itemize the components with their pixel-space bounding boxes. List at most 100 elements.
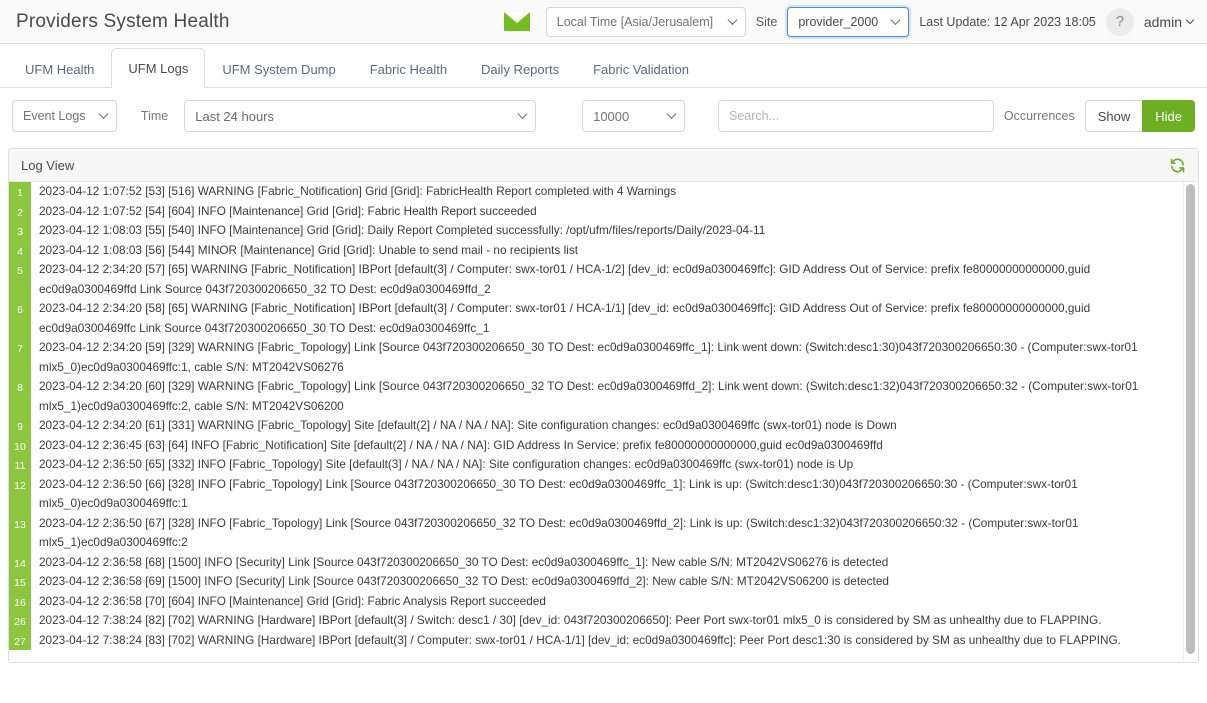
- log-entry-text: 2023-04-12 1:08:03 [55] [540] INFO [Main…: [31, 221, 1198, 241]
- log-entry-text: 2023-04-12 2:36:58 [70] [604] INFO [Main…: [31, 592, 1198, 612]
- log-line-number: 15: [9, 572, 31, 592]
- log-entry-text: 2023-04-12 2:34:20 [58] [65] WARNING [Fa…: [31, 299, 1198, 338]
- tab-ufm-system-dump[interactable]: UFM System Dump: [205, 51, 352, 88]
- log-entry-row[interactable]: 52023-04-12 2:34:20 [57] [65] WARNING [F…: [9, 260, 1198, 299]
- timezone-select[interactable]: Local Time [Asia/Jerusalem]: [546, 7, 746, 37]
- site-value: provider_2000: [798, 15, 878, 29]
- chevron-down-icon: [518, 109, 528, 119]
- log-line-number: 6: [9, 299, 31, 338]
- log-entry-row[interactable]: 112023-04-12 2:36:50 [65] [332] INFO [Fa…: [9, 455, 1198, 475]
- log-line-number: 1: [9, 182, 31, 202]
- log-entry-row[interactable]: 12023-04-12 1:07:52 [53] [516] WARNING […: [9, 182, 1198, 202]
- log-entry-row[interactable]: 22023-04-12 1:07:52 [54] [604] INFO [Mai…: [9, 202, 1198, 222]
- log-line-number: 3: [9, 221, 31, 241]
- log-entry-text: 2023-04-12 2:36:58 [69] [1500] INFO [Sec…: [31, 572, 1198, 592]
- log-entry-text: 2023-04-12 2:34:20 [57] [65] WARNING [Fa…: [31, 260, 1198, 299]
- refresh-icon[interactable]: [1169, 157, 1186, 174]
- top-header-bar: Providers System Health Local Time [Asia…: [0, 0, 1207, 44]
- site-select[interactable]: provider_2000: [787, 7, 909, 37]
- filter-toolbar: Event Logs Time Last 24 hours 10000 Occu…: [0, 88, 1207, 144]
- occurrences-label: Occurrences: [1004, 109, 1075, 123]
- log-line-number: 2: [9, 202, 31, 222]
- header-controls: Local Time [Asia/Jerusalem] Site provide…: [504, 7, 1193, 37]
- log-entry-row[interactable]: 142023-04-12 2:36:58 [68] [1500] INFO [S…: [9, 553, 1198, 573]
- tab-ufm-health[interactable]: UFM Health: [8, 51, 111, 88]
- log-entry-text: 2023-04-12 2:36:50 [67] [328] INFO [Fabr…: [31, 514, 1198, 553]
- mail-icon[interactable]: [504, 12, 530, 31]
- log-line-number: 14: [9, 553, 31, 573]
- log-entry-text: 2023-04-12 2:36:58 [68] [1500] INFO [Sec…: [31, 553, 1198, 573]
- log-entry-row[interactable]: 262023-04-12 7:38:24 [82] [702] WARNING …: [9, 611, 1198, 631]
- log-entry-row[interactable]: 42023-04-12 1:08:03 [56] [544] MINOR [Ma…: [9, 241, 1198, 261]
- log-line-number: 27: [9, 631, 31, 651]
- log-line-number: 9: [9, 416, 31, 436]
- log-entry-text: 2023-04-12 7:38:24 [83] [702] WARNING [H…: [31, 631, 1198, 651]
- time-range-value: Last 24 hours: [195, 109, 274, 124]
- tab-ufm-logs[interactable]: UFM Logs: [111, 48, 205, 88]
- log-type-select[interactable]: Event Logs: [12, 100, 117, 132]
- log-view-header: Log View: [9, 149, 1198, 182]
- log-entry-row[interactable]: 102023-04-12 2:36:45 [63] [64] INFO [Fab…: [9, 436, 1198, 456]
- log-type-value: Event Logs: [23, 109, 86, 123]
- log-line-number: 7: [9, 338, 31, 377]
- scrollbar-thumb[interactable]: [1186, 184, 1195, 654]
- log-line-number: 10: [9, 436, 31, 456]
- chevron-down-icon: [667, 109, 677, 119]
- log-entry-text: 2023-04-12 2:36:50 [65] [332] INFO [Fabr…: [31, 455, 1198, 475]
- last-update-text: Last Update: 12 Apr 2023 18:05: [919, 15, 1096, 29]
- log-entry-text: 2023-04-12 1:08:03 [56] [544] MINOR [Mai…: [31, 241, 1198, 261]
- chevron-down-icon: [727, 15, 737, 25]
- log-entry-text: 2023-04-12 2:36:45 [63] [64] INFO [Fabri…: [31, 436, 1198, 456]
- log-entry-row[interactable]: 72023-04-12 2:34:20 [59] [329] WARNING […: [9, 338, 1198, 377]
- tab-bar: UFM Health UFM Logs UFM System Dump Fabr…: [0, 44, 1207, 88]
- log-entry-text: 2023-04-12 2:34:20 [61] [331] WARNING [F…: [31, 416, 1198, 436]
- search-input[interactable]: [718, 100, 994, 132]
- timezone-value: Local Time [Asia/Jerusalem]: [557, 15, 713, 29]
- log-line-number: 4: [9, 241, 31, 261]
- chevron-down-icon: [1186, 16, 1194, 24]
- log-entry-row[interactable]: 92023-04-12 2:34:20 [61] [331] WARNING […: [9, 416, 1198, 436]
- log-entry-row[interactable]: 162023-04-12 2:36:58 [70] [604] INFO [Ma…: [9, 592, 1198, 612]
- help-glyph: ?: [1116, 13, 1124, 30]
- log-entry-row[interactable]: 152023-04-12 2:36:58 [69] [1500] INFO [S…: [9, 572, 1198, 592]
- log-entry-row[interactable]: 272023-04-12 7:38:24 [83] [702] WARNING …: [9, 631, 1198, 651]
- row-count-select[interactable]: 10000: [582, 100, 685, 132]
- time-range-select[interactable]: Last 24 hours: [184, 100, 536, 132]
- log-entries-container: 12023-04-12 1:07:52 [53] [516] WARNING […: [9, 182, 1198, 662]
- log-entry-row[interactable]: 32023-04-12 1:08:03 [55] [540] INFO [Mai…: [9, 221, 1198, 241]
- log-entry-row[interactable]: 132023-04-12 2:36:50 [67] [328] INFO [Fa…: [9, 514, 1198, 553]
- log-line-number: 5: [9, 260, 31, 299]
- help-icon[interactable]: ?: [1106, 8, 1134, 36]
- log-view-title: Log View: [21, 158, 74, 173]
- log-line-number: 12: [9, 475, 31, 514]
- chevron-down-icon: [98, 109, 108, 119]
- tab-daily-reports[interactable]: Daily Reports: [464, 51, 576, 88]
- page-title: Providers System Health: [0, 11, 230, 33]
- occurrences-toggle: Show Hide: [1085, 100, 1195, 132]
- occurrences-show-button[interactable]: Show: [1085, 100, 1143, 132]
- tab-fabric-validation[interactable]: Fabric Validation: [576, 51, 706, 88]
- row-count-value: 10000: [593, 109, 629, 124]
- chevron-down-icon: [891, 15, 901, 25]
- log-line-number: 16: [9, 592, 31, 612]
- log-line-number: 13: [9, 514, 31, 553]
- log-entry-text: 2023-04-12 1:07:52 [53] [516] WARNING [F…: [31, 182, 1198, 202]
- tab-fabric-health[interactable]: Fabric Health: [353, 51, 464, 88]
- log-line-number: 11: [9, 455, 31, 475]
- occurrences-hide-button[interactable]: Hide: [1142, 100, 1195, 132]
- log-scroll-area[interactable]: 12023-04-12 1:07:52 [53] [516] WARNING […: [9, 182, 1198, 662]
- log-line-number: 26: [9, 611, 31, 631]
- log-entry-row[interactable]: 82023-04-12 2:34:20 [60] [329] WARNING […: [9, 377, 1198, 416]
- log-entry-text: 2023-04-12 2:34:20 [59] [329] WARNING [F…: [31, 338, 1198, 377]
- site-label: Site: [756, 15, 778, 29]
- user-menu[interactable]: admin: [1144, 14, 1193, 30]
- time-label: Time: [141, 109, 168, 123]
- log-entry-text: 2023-04-12 2:36:50 [66] [328] INFO [Fabr…: [31, 475, 1198, 514]
- log-entry-text: 2023-04-12 2:34:20 [60] [329] WARNING [F…: [31, 377, 1198, 416]
- user-name: admin: [1144, 14, 1182, 30]
- log-line-number: 8: [9, 377, 31, 416]
- log-view-panel: Log View 12023-04-12 1:07:52 [53] [516] …: [8, 148, 1199, 663]
- log-entry-text: 2023-04-12 7:38:24 [82] [702] WARNING [H…: [31, 611, 1198, 631]
- log-entry-row[interactable]: 62023-04-12 2:34:20 [58] [65] WARNING [F…: [9, 299, 1198, 338]
- log-entry-row[interactable]: 122023-04-12 2:36:50 [66] [328] INFO [Fa…: [9, 475, 1198, 514]
